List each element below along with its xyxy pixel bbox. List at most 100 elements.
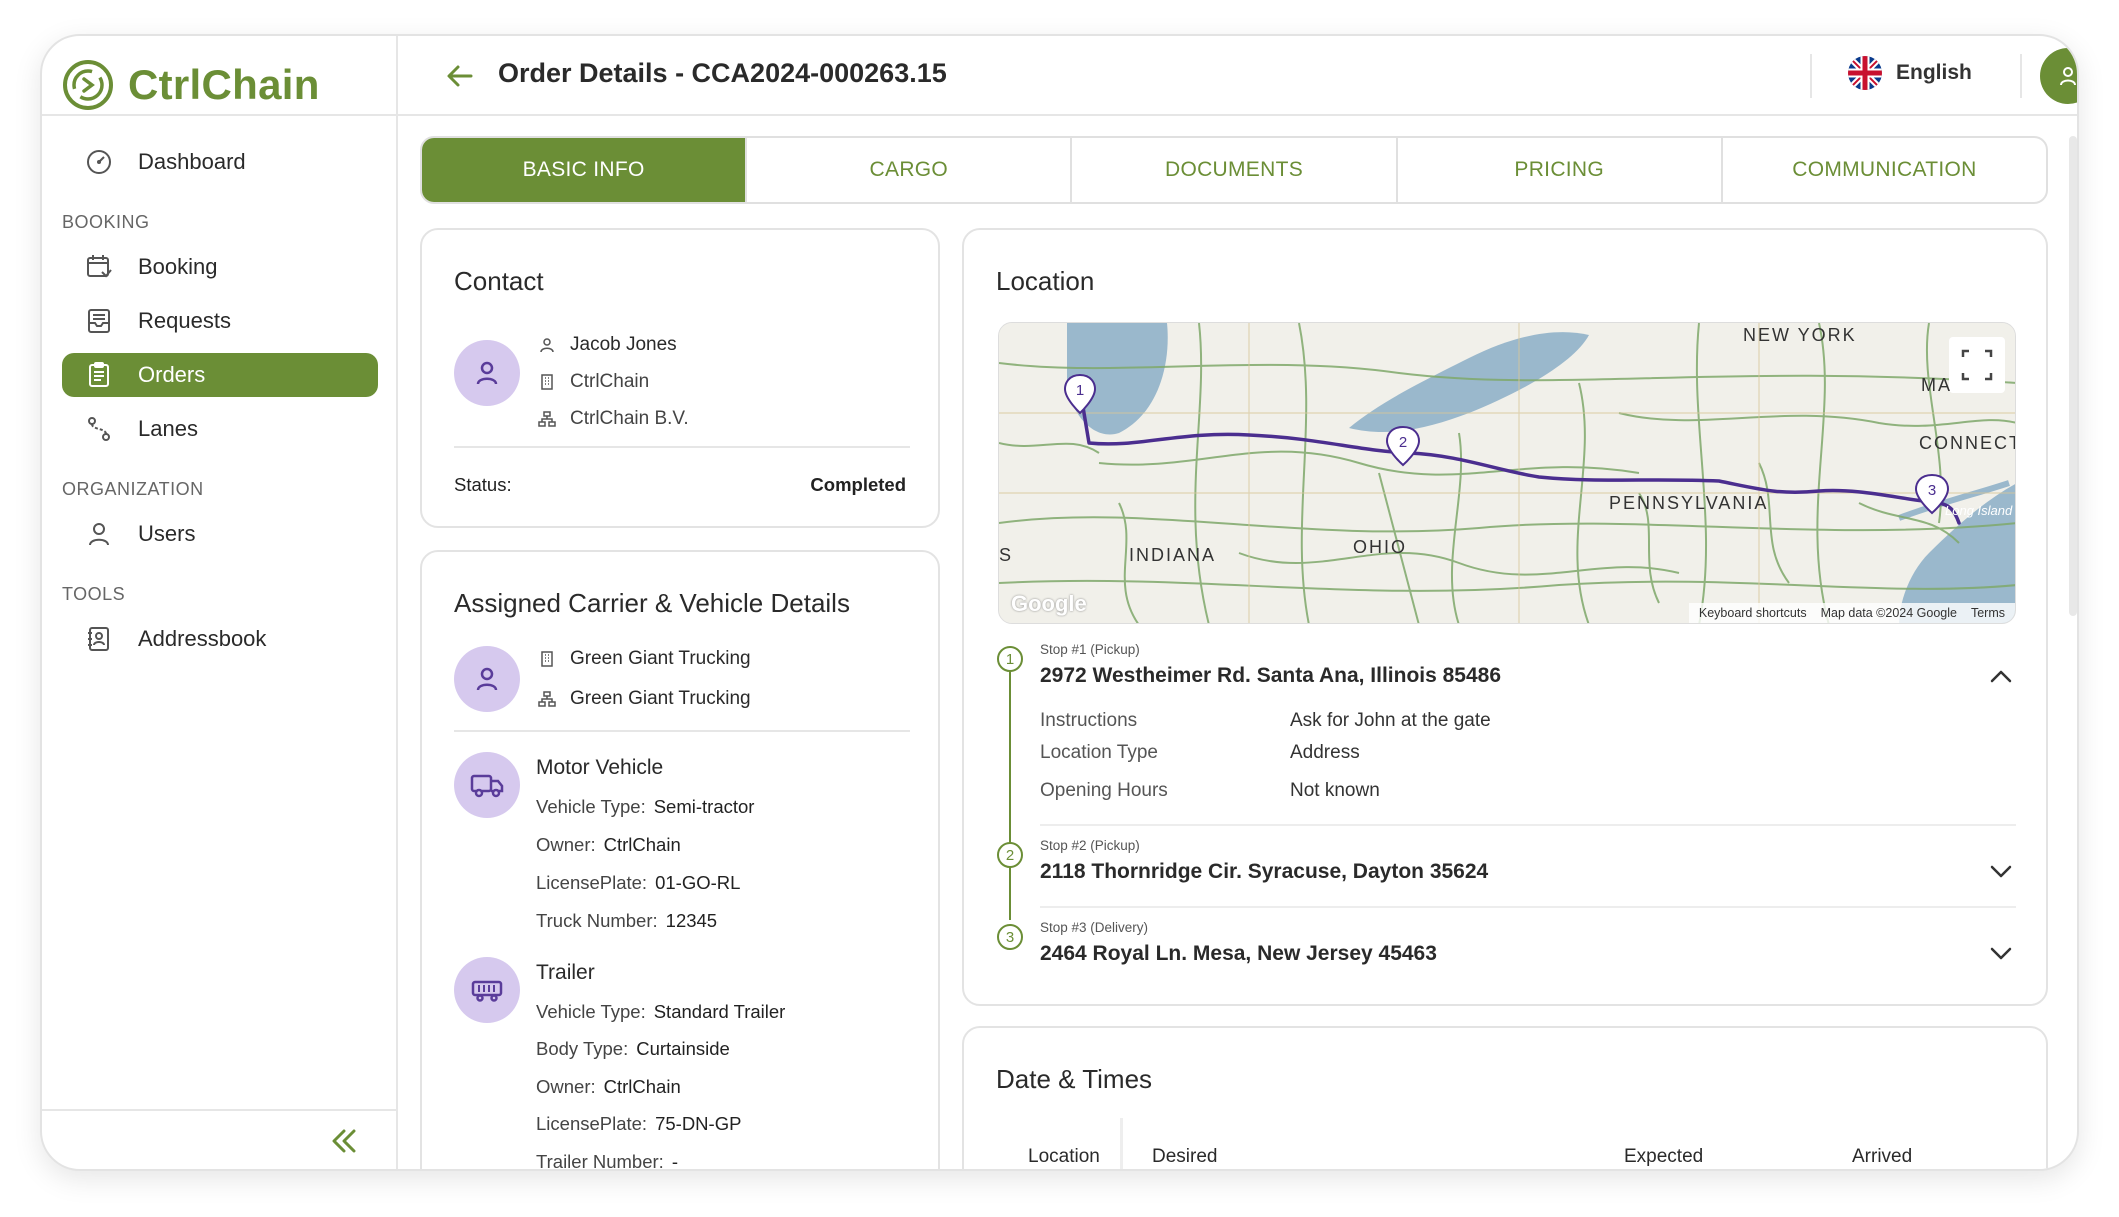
- trailer-body-label: Body Type:: [536, 1038, 628, 1059]
- date-times-title: Date & Times: [996, 1064, 1152, 1095]
- contact-organization: CtrlChain B.V.: [570, 408, 689, 430]
- motor-vehicle-owner-value: CtrlChain: [604, 834, 681, 855]
- sidebar-nav: Dashboard BOOKING Booking Requests Order…: [62, 140, 378, 671]
- svg-text:2: 2: [1399, 434, 1407, 451]
- trailer-avatar: [454, 957, 520, 1023]
- collapse-sidebar-icon[interactable]: [326, 1123, 362, 1159]
- contact-divider: [454, 446, 910, 448]
- motor-vehicle-owner: Owner: CtrlChain: [536, 834, 681, 856]
- ctrlchain-logo-icon: [62, 59, 114, 111]
- sidebar-item-dashboard[interactable]: Dashboard: [62, 140, 378, 184]
- building-icon: [538, 373, 556, 391]
- sidebar-item-requests[interactable]: Requests: [62, 299, 378, 343]
- back-arrow-icon[interactable]: [444, 60, 476, 92]
- chevron-down-icon[interactable]: [1986, 856, 2016, 886]
- chevron-up-icon[interactable]: [1986, 662, 2016, 692]
- brand[interactable]: CtrlChain: [62, 50, 320, 120]
- page-title: Order Details - CCA2024-000263.15: [498, 58, 947, 89]
- map-fullscreen-button[interactable]: [1949, 337, 2005, 393]
- sidebar-item-lanes[interactable]: Lanes: [62, 407, 378, 451]
- stop-1-location-type-value: Address: [1290, 742, 1360, 764]
- chevron-down-icon[interactable]: [1986, 938, 2016, 968]
- trailer-plate: LicensePlate:75-DN-GP: [536, 1113, 741, 1135]
- person-icon: [538, 336, 556, 354]
- stop-1-address: 2972 Westheimer Rd. Santa Ana, Illinois …: [1040, 664, 1501, 688]
- carrier-company-row: Green Giant Trucking: [538, 648, 751, 670]
- organization-icon: [538, 410, 556, 428]
- sidebar-item-booking[interactable]: Booking: [62, 245, 378, 289]
- header-divider: [1810, 54, 1812, 98]
- svg-text:1: 1: [1076, 382, 1084, 399]
- gauge-icon: [84, 147, 114, 177]
- calendar-icon: [84, 252, 114, 282]
- building-icon: [538, 650, 556, 668]
- map-label-indiana: INDIANA: [1129, 545, 1216, 566]
- map-label-connecticut: CONNECT: [1919, 433, 2016, 454]
- route-icon: [84, 414, 114, 444]
- motor-vehicle-owner-label: Owner:: [536, 834, 596, 855]
- contact-title: Contact: [454, 266, 544, 297]
- contact-organization-row: CtrlChain B.V.: [538, 408, 689, 430]
- tab-pricing[interactable]: PRICING: [1396, 138, 1721, 202]
- stop-1-opening-hours-label: Opening Hours: [1040, 780, 1168, 802]
- tab-basic-info[interactable]: BASIC INFO: [422, 138, 745, 202]
- stop-2-label: Stop #2 (Pickup): [1040, 838, 1140, 853]
- trailer-body-value: Curtainside: [636, 1038, 730, 1059]
- stop-3-label: Stop #3 (Delivery): [1040, 920, 1148, 935]
- trailer-plate-label: LicensePlate:: [536, 1113, 647, 1134]
- status-value: Completed: [810, 474, 906, 496]
- user-icon: [84, 519, 114, 549]
- column-header-location: Location: [1028, 1146, 1100, 1168]
- organization-icon: [538, 690, 556, 708]
- trailer-number-value: -: [672, 1151, 678, 1171]
- route-map[interactable]: 1 2 3 NEW YORK PENNSYLVANIA INDIANA OHIO…: [998, 322, 2016, 624]
- stop-1-number: 1: [997, 646, 1023, 672]
- tab-communication[interactable]: COMMUNICATION: [1721, 138, 2046, 202]
- sidebar-item-addressbook[interactable]: Addressbook: [62, 617, 378, 661]
- carrier-title: Assigned Carrier & Vehicle Details: [454, 588, 850, 619]
- column-header-arrived: Arrived: [1852, 1146, 1912, 1168]
- sidebar-item-users[interactable]: Users: [62, 512, 378, 556]
- uk-flag-icon: [1848, 56, 1882, 90]
- stop-1-location-type-label: Location Type: [1040, 742, 1158, 764]
- stop-3-number: 3: [997, 924, 1023, 950]
- clipboard-icon: [84, 360, 114, 390]
- trailer-icon: [469, 975, 505, 1005]
- tab-documents[interactable]: DOCUMENTS: [1070, 138, 1395, 202]
- keyboard-shortcuts-link[interactable]: Keyboard shortcuts: [1699, 606, 1807, 620]
- stop-divider: [1040, 906, 2016, 908]
- map-label-new-york: NEW YORK: [1743, 325, 1857, 346]
- location-title: Location: [996, 266, 1094, 297]
- sidebar-item-label: Booking: [138, 254, 218, 280]
- map-canvas: 1 2 3: [999, 323, 2016, 624]
- sidebar-item-label: Lanes: [138, 416, 198, 442]
- date-times-card: Date & Times Location Desired Expected A…: [962, 1026, 2048, 1171]
- stop-1-instructions-label: Instructions: [1040, 710, 1137, 732]
- language-selector[interactable]: English: [1848, 56, 1972, 90]
- motor-vehicle-type: Vehicle Type:Semi-tractor: [536, 796, 754, 818]
- motor-vehicle-truck-number: Truck Number:12345: [536, 910, 717, 932]
- stop-2-number: 2: [997, 842, 1023, 868]
- carrier-organization-row: Green Giant Trucking: [538, 688, 751, 710]
- truck-icon: [469, 770, 505, 800]
- inbox-icon: [84, 306, 114, 336]
- motor-vehicle-plate-value: 01-GO-RL: [655, 872, 740, 893]
- map-terms-link[interactable]: Terms: [1971, 606, 2005, 620]
- trailer-type-value: Standard Trailer: [654, 1001, 786, 1022]
- tab-cargo[interactable]: CARGO: [745, 138, 1070, 202]
- user-avatar[interactable]: [2040, 48, 2079, 104]
- google-attribution: Google: [1011, 591, 1087, 617]
- map-footer-bar: Keyboard shortcuts Map data ©2024 Google…: [1689, 603, 2015, 623]
- map-data-credit: Map data ©2024 Google: [1821, 606, 1957, 620]
- sidebar-footer: [42, 1109, 398, 1169]
- truck-number-label: Truck Number:: [536, 910, 658, 931]
- motor-vehicle-plate: LicensePlate:01-GO-RL: [536, 872, 740, 894]
- motor-vehicle-type-value: Semi-tractor: [654, 796, 755, 817]
- stop-timeline-line: [1009, 660, 1011, 920]
- sidebar-item-orders[interactable]: Orders: [62, 353, 378, 397]
- trailer-number: Trailer Number:-: [536, 1151, 678, 1171]
- stop-divider: [1040, 824, 2016, 826]
- page-scrollbar[interactable]: [2069, 136, 2077, 616]
- sidebar-section-organization: ORGANIZATION: [62, 461, 378, 512]
- contact-name: Jacob Jones: [570, 334, 677, 356]
